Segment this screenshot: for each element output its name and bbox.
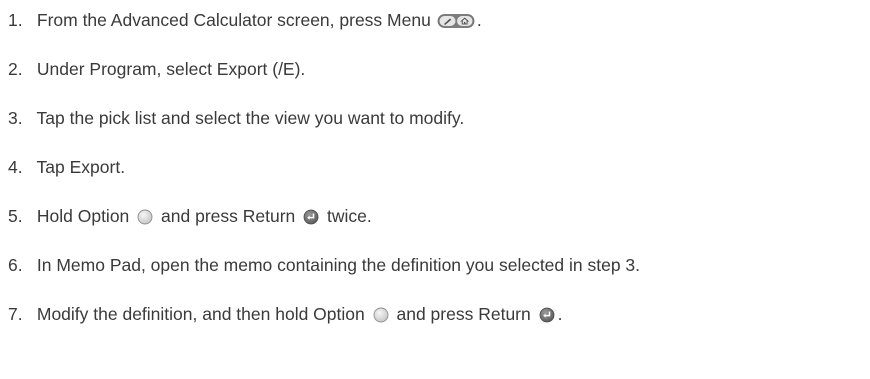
option-key-icon bbox=[137, 209, 153, 225]
step-4: 4. Tap Export. bbox=[8, 151, 868, 200]
instruction-list: 1. From the Advanced Calculator screen, … bbox=[8, 4, 868, 347]
menu-key-icon bbox=[437, 13, 475, 29]
step-text: In Memo Pad, open the memo containing th… bbox=[36, 255, 641, 275]
step-text: Modify the definition, and then hold Opt… bbox=[36, 304, 365, 324]
step-text: Tap Export. bbox=[36, 157, 126, 177]
step-number: 7. bbox=[8, 304, 23, 324]
option-key-icon bbox=[373, 307, 389, 323]
step-number: 4. bbox=[8, 157, 23, 177]
step-text: From the Advanced Calculator screen, pre… bbox=[36, 10, 431, 30]
step-number: 3. bbox=[8, 108, 23, 128]
step-number: 5. bbox=[8, 206, 23, 226]
step-5: 5. Hold Option and press Return twice. bbox=[8, 200, 868, 249]
step-text-end: . bbox=[476, 10, 482, 30]
step-number: 2. bbox=[8, 59, 23, 79]
step-text-end: . bbox=[557, 304, 563, 324]
step-1: 1. From the Advanced Calculator screen, … bbox=[8, 4, 868, 53]
step-text-end: twice. bbox=[327, 206, 372, 226]
return-key-icon bbox=[539, 307, 555, 323]
step-7: 7. Modify the definition, and then hold … bbox=[8, 298, 868, 347]
step-text: Under Program, select Export (/E). bbox=[36, 59, 306, 79]
step-text: and press Return bbox=[161, 206, 296, 226]
step-6: 6. In Memo Pad, open the memo containing… bbox=[8, 249, 868, 298]
return-key-icon bbox=[303, 209, 319, 225]
step-text: Hold Option bbox=[36, 206, 130, 226]
step-2: 2. Under Program, select Export (/E). bbox=[8, 53, 868, 102]
step-text: and press Return bbox=[396, 304, 531, 324]
step-number: 6. bbox=[8, 255, 23, 275]
step-number: 1. bbox=[8, 10, 23, 30]
step-text: Tap the pick list and select the view yo… bbox=[36, 108, 465, 128]
step-3: 3. Tap the pick list and select the view… bbox=[8, 102, 868, 151]
